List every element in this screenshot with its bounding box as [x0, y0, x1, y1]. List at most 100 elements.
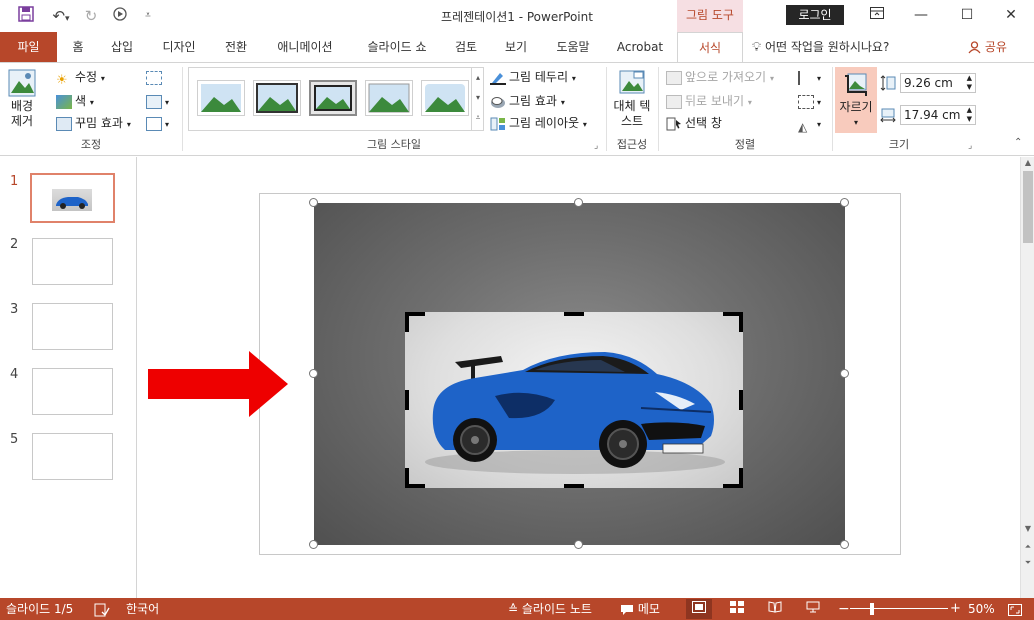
- change-picture-icon[interactable]: ▾: [146, 91, 169, 111]
- style-thumb-5[interactable]: [421, 80, 469, 116]
- tab-help[interactable]: 도움말: [548, 32, 598, 62]
- resize-handle-top[interactable]: [574, 198, 583, 207]
- bring-forward-button[interactable]: 앞으로 가져오기 ▾: [666, 67, 774, 87]
- picture-effects-button[interactable]: 그림 효과 ▾: [490, 91, 565, 111]
- minimize-icon[interactable]: —: [898, 4, 944, 26]
- style-thumb-2[interactable]: [253, 80, 301, 116]
- comments-button[interactable]: 메모: [620, 598, 660, 620]
- normal-view-icon[interactable]: [686, 599, 712, 619]
- tab-review[interactable]: 검토: [448, 32, 484, 62]
- reset-picture-icon[interactable]: ▾: [146, 113, 169, 133]
- picture-styles-launcher-icon[interactable]: ⌟: [594, 141, 598, 151]
- shape-width-field[interactable]: 17.94 cm ▲ ▼: [900, 105, 976, 125]
- scroll-down-icon[interactable]: ▼: [1021, 523, 1034, 535]
- slide-thumb-4[interactable]: [32, 368, 113, 415]
- crop-handle-top-left[interactable]: [405, 312, 425, 332]
- reading-view-icon[interactable]: [762, 599, 788, 619]
- zoom-level[interactable]: 50%: [968, 598, 995, 620]
- language-indicator[interactable]: 한국어: [126, 598, 159, 620]
- login-button[interactable]: 로그인: [786, 5, 844, 25]
- resize-handle-bottom[interactable]: [574, 540, 583, 549]
- maximize-icon[interactable]: ☐: [944, 4, 990, 26]
- corrections-button[interactable]: ☀ 수정 ▾: [56, 67, 105, 88]
- color-button[interactable]: 색 ▾: [56, 91, 94, 111]
- slide-thumb-2[interactable]: [32, 238, 113, 285]
- resize-handle-top-right[interactable]: [840, 198, 849, 207]
- save-icon[interactable]: [16, 6, 36, 26]
- present-from-start-icon[interactable]: [110, 6, 130, 26]
- tab-file[interactable]: 파일: [0, 32, 57, 62]
- slide-thumb-5[interactable]: [32, 433, 113, 480]
- tell-me-search[interactable]: 💡︎ 어떤 작업을 원하시나요?: [752, 32, 889, 62]
- style-thumb-1[interactable]: [197, 80, 245, 116]
- gallery-scroll[interactable]: ▴ ▾ ⩡: [471, 68, 484, 130]
- compress-pictures-icon[interactable]: [146, 67, 165, 87]
- zoom-slider-thumb[interactable]: [870, 603, 874, 615]
- crop-handle-left[interactable]: [405, 390, 409, 410]
- previous-slide-icon[interactable]: ⏶: [1021, 541, 1034, 553]
- shape-height-field[interactable]: 9.26 cm ▲ ▼: [900, 73, 976, 93]
- slide-thumb-3[interactable]: [32, 303, 113, 350]
- car-photo[interactable]: [405, 312, 743, 488]
- undo-icon[interactable]: ↶▾: [46, 6, 76, 26]
- tab-insert[interactable]: 삽입: [104, 32, 140, 62]
- picture-layout-button[interactable]: 그림 레이아웃 ▾: [490, 113, 587, 133]
- resize-handle-right[interactable]: [840, 369, 849, 378]
- style-thumb-4[interactable]: [365, 80, 413, 116]
- resize-handle-bottom-right[interactable]: [840, 540, 849, 549]
- rotate-icon[interactable]: ◭ ▾: [798, 113, 821, 134]
- share-label: 공유: [984, 40, 1007, 54]
- style-thumb-3[interactable]: [309, 80, 357, 116]
- crop-handle-bottom[interactable]: [564, 484, 584, 488]
- crop-handle-bottom-left[interactable]: [405, 468, 425, 488]
- crop-handle-top[interactable]: [564, 312, 584, 316]
- next-slide-icon[interactable]: ⏷: [1021, 557, 1034, 569]
- selection-pane-button[interactable]: 선택 창: [666, 113, 722, 133]
- tab-slideshow[interactable]: 슬라이드 쇼: [356, 32, 438, 62]
- tab-format[interactable]: 서식: [677, 32, 743, 63]
- crop-handle-top-right[interactable]: [723, 312, 743, 332]
- spellcheck-icon[interactable]: [94, 598, 110, 620]
- slide-thumb-1[interactable]: [30, 173, 115, 223]
- crop-handle-right[interactable]: [739, 390, 743, 410]
- notes-button[interactable]: ≙ 슬라이드 노트: [508, 598, 592, 620]
- remove-background-button[interactable]: 배경 제거: [4, 69, 40, 129]
- scroll-thumb[interactable]: [1023, 171, 1033, 243]
- zoom-out-icon[interactable]: −: [838, 598, 850, 620]
- zoom-in-icon[interactable]: +: [950, 598, 961, 620]
- send-backward-button[interactable]: 뒤로 보내기 ▾: [666, 91, 752, 111]
- tab-animations[interactable]: 애니메이션: [268, 32, 342, 62]
- tab-design[interactable]: 디자인: [154, 32, 204, 62]
- artistic-effects-button[interactable]: 꾸밈 효과 ▾: [56, 113, 131, 133]
- size-launcher-icon[interactable]: ⌟: [968, 141, 972, 151]
- vertical-scrollbar[interactable]: ▲ ▼ ⏶ ⏷: [1020, 157, 1034, 598]
- resize-handle-left[interactable]: [309, 369, 318, 378]
- group-objects-icon[interactable]: ▾: [798, 91, 821, 111]
- resize-handle-bottom-left[interactable]: [309, 540, 318, 549]
- picture-styles-gallery[interactable]: ▴ ▾ ⩡: [188, 67, 484, 131]
- tab-acrobat[interactable]: Acrobat: [612, 32, 668, 62]
- close-icon[interactable]: ✕: [988, 4, 1034, 26]
- height-spinner-icon[interactable]: ▲ ▼: [967, 74, 972, 92]
- picture-border-button[interactable]: 그림 테두리 ▾: [490, 67, 576, 87]
- align-icon[interactable]: ▾: [798, 67, 821, 87]
- width-spinner-icon[interactable]: ▲ ▼: [967, 106, 972, 124]
- collapse-ribbon-icon[interactable]: ⌃: [1014, 137, 1022, 148]
- tab-view[interactable]: 보기: [498, 32, 534, 62]
- resize-handle-top-left[interactable]: [309, 198, 318, 207]
- alt-text-button[interactable]: 대체 텍스트: [612, 69, 652, 129]
- tab-transitions[interactable]: 전환: [218, 32, 254, 62]
- fit-to-window-icon[interactable]: [1008, 598, 1022, 620]
- crop-button[interactable]: 자르기 ▾: [835, 67, 877, 133]
- share-button[interactable]: 공유: [968, 32, 1007, 62]
- tab-home[interactable]: 홈: [64, 32, 92, 62]
- customize-qat-icon[interactable]: ⩡: [140, 6, 156, 26]
- slide-sorter-view-icon[interactable]: [724, 599, 750, 619]
- crop-handle-bottom-right[interactable]: [723, 468, 743, 488]
- ribbon-display-options-icon[interactable]: [854, 4, 900, 26]
- scroll-up-icon[interactable]: ▲: [1021, 157, 1034, 169]
- redo-icon[interactable]: ↻: [82, 6, 100, 26]
- slide-editing-area[interactable]: [138, 157, 1020, 598]
- slideshow-view-icon[interactable]: [800, 599, 826, 619]
- zoom-slider-track[interactable]: [850, 608, 948, 609]
